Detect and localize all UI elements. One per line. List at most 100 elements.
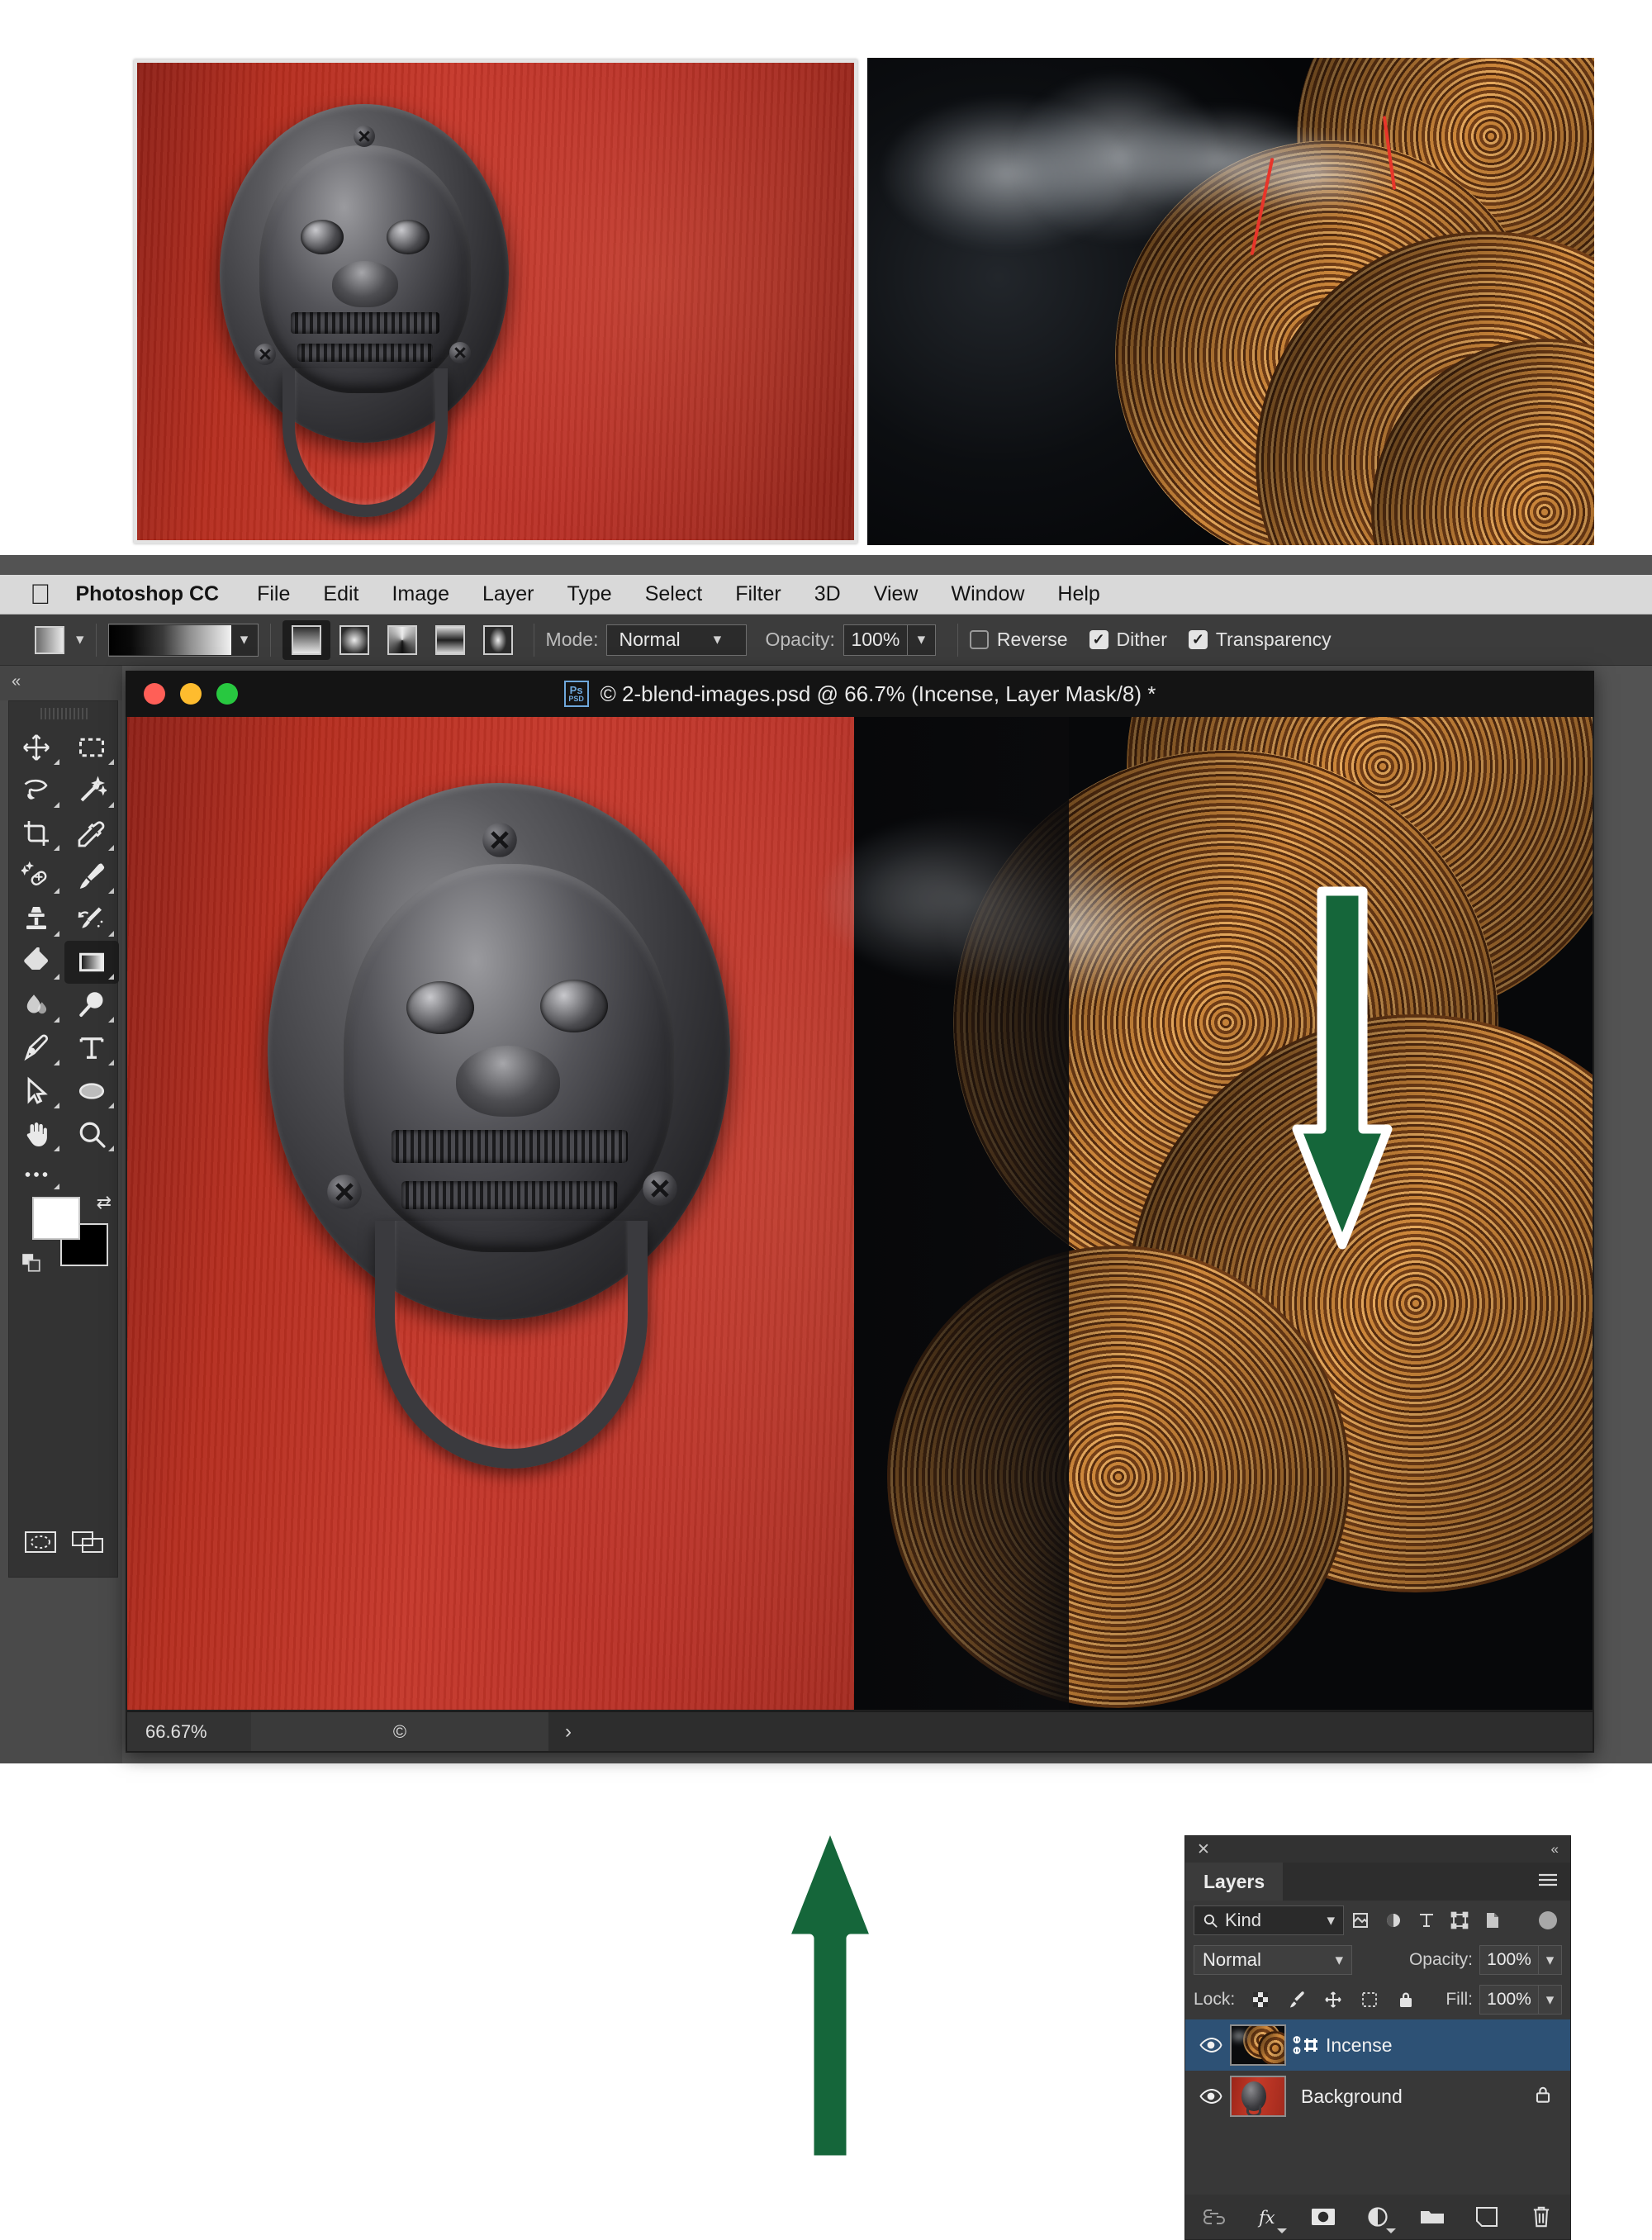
radial-gradient-button[interactable] <box>330 620 378 660</box>
quick-mask-mode-icon[interactable] <box>24 1530 57 1559</box>
menu-view[interactable]: View <box>857 582 935 606</box>
gradient-tool[interactable] <box>64 941 119 984</box>
gradient-preview-swatch[interactable] <box>108 624 231 655</box>
new-group-icon[interactable] <box>1417 2202 1447 2232</box>
document-title-bar[interactable]: Ps PSD © 2-blend-images.psd @ 66.7% (Inc… <box>126 671 1594 717</box>
lock-image-pixels-icon[interactable] <box>1283 1986 1311 2014</box>
history-brush-tool[interactable] <box>64 898 120 941</box>
rectangular-marquee-tool[interactable] <box>64 726 120 769</box>
zoom-level-field[interactable]: 66.67% <box>127 1712 251 1751</box>
zoom-tool[interactable] <box>64 1113 120 1156</box>
dodge-tool[interactable] <box>64 984 120 1027</box>
crop-tool[interactable] <box>9 812 64 855</box>
foreground-color-swatch[interactable] <box>32 1197 80 1240</box>
menu-file[interactable]: File <box>240 582 306 606</box>
blur-tool[interactable] <box>9 984 64 1027</box>
menu-photoshop-cc[interactable]: Photoshop CC <box>76 582 241 606</box>
menu-help[interactable]: Help <box>1041 582 1116 606</box>
close-panel-icon[interactable]: ✕ <box>1197 1840 1210 1859</box>
table-row[interactable]: Background <box>1185 2071 1570 2122</box>
filter-enable-toggle[interactable] <box>1539 1911 1557 1929</box>
collapse-panel-button[interactable]: « <box>0 666 122 700</box>
layer-visibility-toggle[interactable] <box>1192 2037 1230 2053</box>
lock-position-icon[interactable] <box>1319 1986 1347 2014</box>
menu-type[interactable]: Type <box>551 582 629 606</box>
toolbar-drag-grip[interactable] <box>40 708 88 719</box>
adjustment-layer-filter-icon[interactable] <box>1377 1905 1410 1935</box>
layer-name[interactable]: Background <box>1301 2086 1403 2108</box>
eraser-tool[interactable] <box>9 941 64 984</box>
collapse-panel-icon[interactable]: « <box>1551 1841 1559 1858</box>
brush-tool[interactable] <box>64 855 120 898</box>
screen-mode-icon[interactable] <box>71 1530 104 1559</box>
transparency-checkbox[interactable]: ✓ <box>1188 630 1208 649</box>
eyedropper-tool[interactable] <box>64 812 120 855</box>
menu-layer[interactable]: Layer <box>466 582 551 606</box>
table-row[interactable]: Incense <box>1185 2019 1570 2071</box>
magic-wand-tool[interactable] <box>64 769 120 812</box>
layer-name[interactable]: Incense <box>1326 2034 1393 2057</box>
type-tool[interactable] <box>64 1027 120 1070</box>
menu-edit[interactable]: Edit <box>306 582 375 606</box>
lasso-tool[interactable] <box>9 769 64 812</box>
status-expand-chevron-icon[interactable]: › <box>565 1720 572 1744</box>
delete-layer-icon[interactable] <box>1526 2202 1556 2232</box>
layer-thumbnail[interactable] <box>1230 2024 1286 2066</box>
opacity-input[interactable]: 100% <box>843 624 908 656</box>
gradient-picker[interactable]: ▾ <box>107 623 259 657</box>
fill-value[interactable]: 100% <box>1479 1985 1539 2015</box>
path-selection-tool[interactable] <box>9 1070 64 1113</box>
fill-stepper[interactable]: ▾ <box>1539 1985 1562 2015</box>
angle-gradient-button[interactable] <box>378 620 426 660</box>
lock-artboard-nesting-icon[interactable] <box>1355 1986 1384 2014</box>
lock-transparent-pixels-icon[interactable] <box>1246 1986 1275 2014</box>
gradient-picker-chevron-icon[interactable]: ▾ <box>231 624 258 656</box>
diamond-gradient-button[interactable] <box>474 620 522 660</box>
zoom-window-button[interactable] <box>216 683 238 705</box>
shape-layer-filter-icon[interactable] <box>1443 1905 1476 1935</box>
link-layers-icon[interactable] <box>1199 2202 1229 2232</box>
more-tools-button[interactable] <box>9 1156 64 1194</box>
blend-mode-select[interactable]: Normal ▾ <box>606 624 748 656</box>
add-layer-style-icon[interactable]: fx <box>1254 2202 1287 2233</box>
add-layer-mask-icon[interactable] <box>1308 2202 1338 2232</box>
default-colors-icon[interactable] <box>21 1252 42 1278</box>
layer-thumbnail[interactable] <box>1230 2076 1286 2117</box>
new-layer-icon[interactable] <box>1472 2202 1502 2232</box>
document-info-field[interactable]: © <box>251 1712 548 1751</box>
menu-image[interactable]: Image <box>375 582 465 606</box>
ellipse-tool[interactable] <box>64 1070 120 1113</box>
move-tool[interactable] <box>9 726 64 769</box>
menu-3d[interactable]: 3D <box>798 582 857 606</box>
menu-window[interactable]: Window <box>934 582 1041 606</box>
pen-tool[interactable] <box>9 1027 64 1070</box>
hand-tool[interactable] <box>9 1113 64 1156</box>
menu-filter[interactable]: Filter <box>719 582 798 606</box>
layer-blend-mode-select[interactable]: Normal ▾ <box>1194 1945 1352 1975</box>
panel-menu-icon[interactable] <box>1537 1872 1559 1892</box>
type-layer-filter-icon[interactable] <box>1410 1905 1443 1935</box>
minimize-window-button[interactable] <box>180 683 202 705</box>
opacity-stepper[interactable]: ▾ <box>907 624 936 656</box>
swap-colors-icon[interactable]: ⇄ <box>97 1192 112 1213</box>
new-adjustment-layer-icon[interactable] <box>1363 2202 1396 2233</box>
spot-healing-brush-tool[interactable] <box>9 855 64 898</box>
dither-checkbox[interactable]: ✓ <box>1089 630 1108 649</box>
apple-menu-icon[interactable]:  <box>30 581 51 609</box>
clone-stamp-tool[interactable] <box>9 898 64 941</box>
layer-opacity-value[interactable]: 100% <box>1479 1945 1539 1975</box>
reverse-checkbox[interactable] <box>969 630 989 649</box>
chevron-down-icon[interactable]: ▾ <box>76 632 84 648</box>
tab-layers[interactable]: Layers <box>1185 1863 1284 1901</box>
reflected-gradient-button[interactable] <box>426 620 474 660</box>
close-window-button[interactable] <box>144 683 165 705</box>
filter-kind-select[interactable]: Kind ▾ <box>1194 1905 1344 1935</box>
menu-select[interactable]: Select <box>629 582 719 606</box>
layer-opacity-stepper[interactable]: ▾ <box>1539 1945 1562 1975</box>
smart-object-filter-icon[interactable] <box>1476 1905 1509 1935</box>
linear-gradient-button[interactable] <box>282 619 330 660</box>
gradient-tool-preset-icon[interactable] <box>35 625 64 654</box>
layer-visibility-toggle[interactable] <box>1192 2088 1230 2105</box>
lock-all-icon[interactable] <box>1392 1986 1420 2014</box>
pixel-layer-filter-icon[interactable] <box>1344 1905 1377 1935</box>
